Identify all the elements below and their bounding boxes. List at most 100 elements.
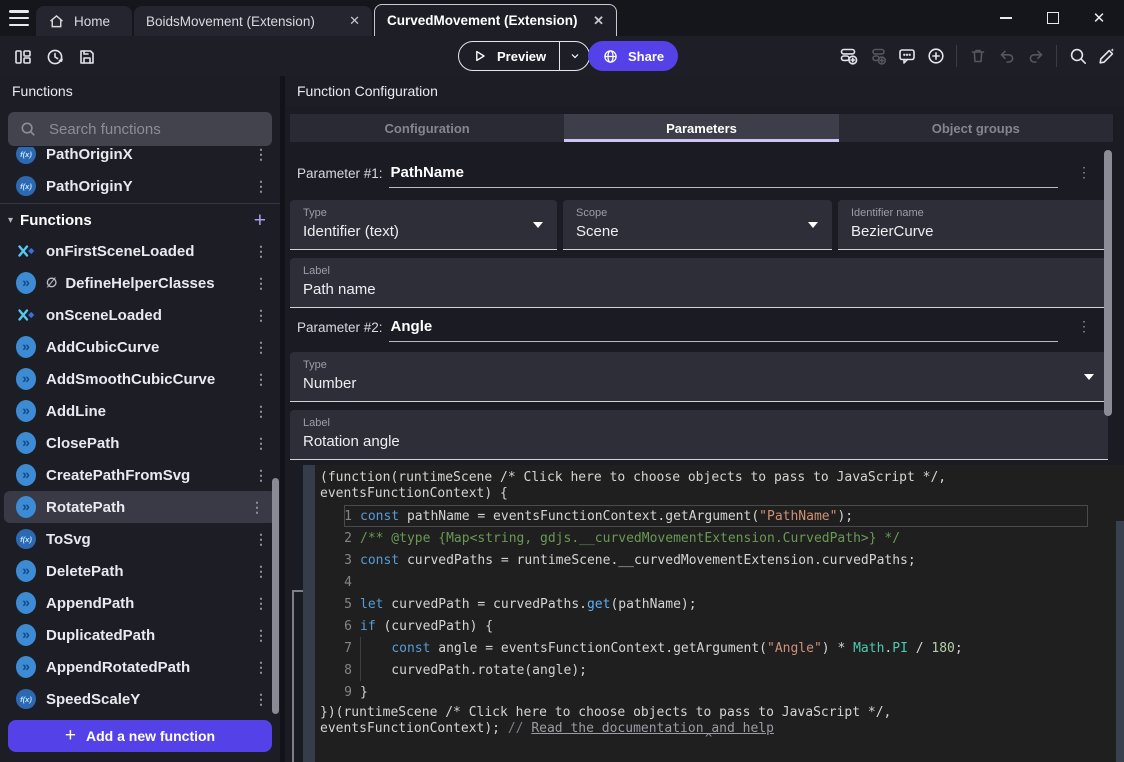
function-label: ToSvg <box>46 531 91 548</box>
line-number: 5 <box>315 597 352 612</box>
parameter-2-index: Parameter #2: <box>290 320 389 342</box>
param1-type-select[interactable]: Type Identifier (text) <box>290 200 557 250</box>
tab-home[interactable]: Home <box>36 6 132 36</box>
function-item-ClosePath[interactable]: »ClosePath⋮ <box>0 427 280 459</box>
preview-button[interactable]: Preview <box>458 41 590 71</box>
close-tab-icon[interactable]: ✕ <box>593 13 604 29</box>
param1-scope-select[interactable]: Scope Scene <box>563 200 832 250</box>
function-item-ToSvg[interactable]: f(x)ToSvg⋮ <box>0 523 280 555</box>
close-icon[interactable]: ✕ <box>1086 8 1112 28</box>
parameter-2-name-input[interactable]: Angle <box>389 316 1058 342</box>
save-icon[interactable] <box>74 44 99 69</box>
minimize-icon[interactable] <box>993 8 1019 28</box>
preview-dropdown-button[interactable] <box>559 42 589 70</box>
functions-section-header[interactable]: ▾Functions+ <box>0 205 280 235</box>
close-tab-icon[interactable]: ✕ <box>349 13 360 29</box>
history-icon[interactable] <box>42 44 67 69</box>
param1-label-input[interactable]: Label Path name <box>290 258 1108 308</box>
code-line-5[interactable]: 5let curvedPath = curvedPaths.get(pathNa… <box>315 593 1112 615</box>
item-menu-icon[interactable]: ⋮ <box>254 308 268 322</box>
item-menu-icon[interactable]: ⋮ <box>254 532 268 546</box>
code-line-6[interactable]: 6if (curvedPath) { <box>315 615 1112 637</box>
code-header[interactable]: (function(runtimeScene /* Click here to … <box>315 465 1124 502</box>
share-button[interactable]: Share <box>588 41 678 71</box>
param2-type-select[interactable]: Type Number <box>290 352 1108 402</box>
tab-object-groups[interactable]: Object groups <box>839 114 1113 142</box>
code-line-8[interactable]: 8 curvedPath.rotate(angle); <box>315 659 1112 681</box>
function-item-AddLine[interactable]: »AddLine⋮ <box>0 395 280 427</box>
param2-label-input[interactable]: Label Rotation angle <box>290 410 1108 460</box>
code-line-2[interactable]: 2/** @type {Map<string, gdjs.__curvedMov… <box>315 527 1112 549</box>
collapse-triangle-icon[interactable]: ▾ <box>8 215 13 226</box>
function-item-DeletePath[interactable]: »DeletePath⋮ <box>0 555 280 587</box>
item-menu-icon[interactable]: ⋮ <box>254 596 268 610</box>
add-icon[interactable]: + <box>254 210 266 231</box>
param1-identifier-input[interactable]: Identifier name BezierCurve <box>838 200 1108 250</box>
parameter-1-menu-icon[interactable]: ⋮ <box>1074 164 1094 181</box>
add-event-icon[interactable] <box>836 43 861 68</box>
parameter-2-menu-icon[interactable]: ⋮ <box>1074 318 1094 335</box>
event-drag-handle[interactable] <box>303 465 315 762</box>
add-function-button[interactable]: + Add a new function <box>8 720 272 752</box>
item-menu-icon[interactable]: ⋮ <box>254 436 268 450</box>
comment-icon[interactable] <box>894 43 919 68</box>
code-line-4[interactable]: 4 <box>315 571 1112 593</box>
tab-configuration[interactable]: Configuration <box>290 114 564 142</box>
function-item-AppendRotatedPath[interactable]: »AppendRotatedPath⋮ <box>0 651 280 683</box>
sidebar-scrollbar[interactable] <box>272 478 279 714</box>
code-scrollbar[interactable] <box>1116 521 1124 762</box>
function-item-DuplicatedPath[interactable]: »DuplicatedPath⋮ <box>0 619 280 651</box>
code-line-1[interactable]: 1const pathName = eventsFunctionContext.… <box>315 505 1112 527</box>
item-menu-icon[interactable]: ⋮ <box>254 468 268 482</box>
code-footer[interactable]: })(runtimeScene /* Click here to choose … <box>320 705 891 737</box>
add-circle-icon[interactable] <box>923 43 948 68</box>
maximize-icon[interactable] <box>1040 8 1066 28</box>
tab-label: BoidsMovement (Extension) <box>146 14 315 29</box>
function-configuration-panel: Function Configuration Configuration Par… <box>285 76 1124 762</box>
function-item-onFirstSceneLoaded[interactable]: onFirstSceneLoaded⋮ <box>0 235 280 267</box>
tab-parameters[interactable]: Parameters <box>564 114 838 142</box>
field-value: Rotation angle <box>303 433 1096 450</box>
parameter-1-name-input[interactable]: PathName <box>389 162 1058 188</box>
item-menu-icon[interactable]: ⋮ <box>254 244 268 258</box>
item-menu-icon[interactable]: ⋮ <box>254 404 268 418</box>
magic-wand-icon[interactable] <box>1094 43 1119 68</box>
panels-icon[interactable] <box>10 44 35 69</box>
item-menu-icon[interactable]: ⋮ <box>254 628 268 642</box>
search-icon[interactable] <box>1065 43 1090 68</box>
function-item-SpeedScaleY[interactable]: f(x)SpeedScaleY⋮ <box>0 683 280 715</box>
function-item-PathOriginX[interactable]: f(x)PathOriginX⋮ <box>0 147 280 170</box>
item-menu-icon[interactable]: ⋮ <box>254 660 268 674</box>
search-box[interactable] <box>8 112 272 146</box>
js-code-editor[interactable]: (function(runtimeScene /* Click here to … <box>315 465 1124 762</box>
item-menu-icon[interactable]: ⋮ <box>250 500 264 514</box>
function-item-AppendPath[interactable]: »AppendPath⋮ <box>0 587 280 619</box>
function-item-PathOriginY[interactable]: f(x)PathOriginY⋮ <box>0 170 280 202</box>
item-menu-icon[interactable]: ⋮ <box>254 372 268 386</box>
code-line-3[interactable]: 3const curvedPaths = runtimeScene.__curv… <box>315 549 1112 571</box>
item-menu-icon[interactable]: ⋮ <box>254 340 268 354</box>
function-item-DefineHelperClasses[interactable]: »∅DefineHelperClasses⋮ <box>0 267 280 299</box>
tab-boidsmovement[interactable]: BoidsMovement (Extension) ✕ <box>134 6 372 36</box>
function-item-CreatePathFromSvg[interactable]: »CreatePathFromSvg⋮ <box>0 459 280 491</box>
menu-icon[interactable] <box>9 10 29 26</box>
item-menu-icon[interactable]: ⋮ <box>254 179 268 193</box>
item-menu-icon[interactable]: ⋮ <box>254 692 268 706</box>
function-label: AddCubicCurve <box>46 339 159 356</box>
item-menu-icon[interactable]: ⋮ <box>254 276 268 290</box>
function-item-AddSmoothCubicCurve[interactable]: »AddSmoothCubicCurve⋮ <box>0 363 280 395</box>
item-menu-icon[interactable]: ⋮ <box>254 147 268 161</box>
code-line-7[interactable]: 7 const angle = eventsFunctionContext.ge… <box>315 637 1112 659</box>
code-line-9[interactable]: 9} <box>315 681 1112 703</box>
item-menu-icon[interactable]: ⋮ <box>254 564 268 578</box>
action-function-icon: » <box>16 272 36 294</box>
parameters-scrollbar[interactable] <box>1104 150 1112 416</box>
function-item-AddCubicCurve[interactable]: »AddCubicCurve⋮ <box>0 331 280 363</box>
function-item-RotatePath[interactable]: »RotatePath⋮ <box>4 491 276 523</box>
search-input[interactable] <box>47 120 261 139</box>
code-lines[interactable]: 1const pathName = eventsFunctionContext.… <box>315 505 1112 703</box>
field-value: Path name <box>303 281 1096 298</box>
function-item-onSceneLoaded[interactable]: onSceneLoaded⋮ <box>0 299 280 331</box>
tab-curvedmovement[interactable]: CurvedMovement (Extension) ✕ <box>374 4 617 36</box>
documentation-link[interactable]: Read the documentation and help <box>531 721 774 736</box>
